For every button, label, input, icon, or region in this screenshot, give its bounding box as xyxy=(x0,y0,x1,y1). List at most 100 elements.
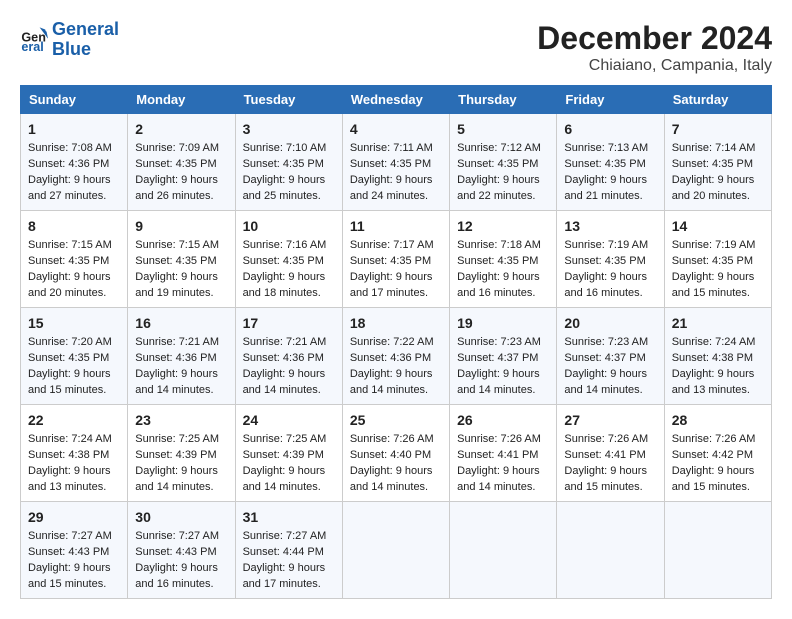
day-info: Sunset: 4:37 PM xyxy=(564,351,656,367)
day-info: and 18 minutes. xyxy=(243,286,335,302)
day-info: and 14 minutes. xyxy=(135,383,227,399)
day-info: Sunrise: 7:10 AM xyxy=(243,141,335,157)
day-info: Sunset: 4:40 PM xyxy=(350,448,442,464)
day-info: and 14 minutes. xyxy=(350,480,442,496)
day-cell: 8Sunrise: 7:15 AMSunset: 4:35 PMDaylight… xyxy=(21,211,128,308)
day-info: and 13 minutes. xyxy=(28,480,120,496)
day-cell xyxy=(450,502,557,599)
week-row-2: 8Sunrise: 7:15 AMSunset: 4:35 PMDaylight… xyxy=(21,211,772,308)
day-number: 26 xyxy=(457,410,549,430)
main-title: December 2024 xyxy=(537,20,772,57)
day-info: Sunrise: 7:25 AM xyxy=(135,432,227,448)
day-cell: 18Sunrise: 7:22 AMSunset: 4:36 PMDayligh… xyxy=(342,308,449,405)
day-info: Sunrise: 7:15 AM xyxy=(28,238,120,254)
day-number: 24 xyxy=(243,410,335,430)
day-info: and 17 minutes. xyxy=(243,577,335,593)
day-info: Daylight: 9 hours xyxy=(350,173,442,189)
day-cell: 20Sunrise: 7:23 AMSunset: 4:37 PMDayligh… xyxy=(557,308,664,405)
day-info: Sunset: 4:35 PM xyxy=(28,351,120,367)
day-info: and 14 minutes. xyxy=(135,480,227,496)
day-info: and 17 minutes. xyxy=(350,286,442,302)
day-info: and 22 minutes. xyxy=(457,189,549,205)
day-cell xyxy=(557,502,664,599)
day-info: Sunset: 4:38 PM xyxy=(28,448,120,464)
day-info: Daylight: 9 hours xyxy=(564,464,656,480)
logo-line1: General xyxy=(52,19,119,39)
header-cell-monday: Monday xyxy=(128,86,235,114)
day-info: Sunrise: 7:16 AM xyxy=(243,238,335,254)
day-info: Daylight: 9 hours xyxy=(564,173,656,189)
day-info: Sunset: 4:36 PM xyxy=(135,351,227,367)
header-cell-saturday: Saturday xyxy=(664,86,771,114)
day-info: Daylight: 9 hours xyxy=(28,561,120,577)
day-info: Sunset: 4:35 PM xyxy=(135,157,227,173)
day-info: and 15 minutes. xyxy=(564,480,656,496)
day-cell: 30Sunrise: 7:27 AMSunset: 4:43 PMDayligh… xyxy=(128,502,235,599)
day-number: 13 xyxy=(564,216,656,236)
day-cell: 13Sunrise: 7:19 AMSunset: 4:35 PMDayligh… xyxy=(557,211,664,308)
day-info: Daylight: 9 hours xyxy=(457,173,549,189)
day-number: 20 xyxy=(564,313,656,333)
day-info: and 15 minutes. xyxy=(28,577,120,593)
day-info: and 15 minutes. xyxy=(28,383,120,399)
day-info: Sunset: 4:39 PM xyxy=(135,448,227,464)
day-info: Daylight: 9 hours xyxy=(135,561,227,577)
day-info: Daylight: 9 hours xyxy=(243,173,335,189)
day-number: 3 xyxy=(243,119,335,139)
page-header: Gen eral General Blue December 2024 Chia… xyxy=(20,20,772,75)
day-number: 15 xyxy=(28,313,120,333)
day-info: Sunset: 4:42 PM xyxy=(672,448,764,464)
day-info: Daylight: 9 hours xyxy=(243,561,335,577)
day-info: Sunset: 4:35 PM xyxy=(350,157,442,173)
day-number: 11 xyxy=(350,216,442,236)
day-info: Sunrise: 7:19 AM xyxy=(564,238,656,254)
day-info: Sunrise: 7:26 AM xyxy=(457,432,549,448)
day-cell xyxy=(664,502,771,599)
day-info: Sunrise: 7:26 AM xyxy=(350,432,442,448)
day-info: Sunset: 4:43 PM xyxy=(135,545,227,561)
day-info: Sunrise: 7:08 AM xyxy=(28,141,120,157)
day-cell: 6Sunrise: 7:13 AMSunset: 4:35 PMDaylight… xyxy=(557,114,664,211)
day-info: Sunrise: 7:13 AM xyxy=(564,141,656,157)
day-info: Sunset: 4:36 PM xyxy=(243,351,335,367)
day-info: and 14 minutes. xyxy=(350,383,442,399)
day-info: Daylight: 9 hours xyxy=(243,464,335,480)
day-cell: 5Sunrise: 7:12 AMSunset: 4:35 PMDaylight… xyxy=(450,114,557,211)
day-info: and 24 minutes. xyxy=(350,189,442,205)
header-cell-sunday: Sunday xyxy=(21,86,128,114)
day-number: 6 xyxy=(564,119,656,139)
day-cell: 16Sunrise: 7:21 AMSunset: 4:36 PMDayligh… xyxy=(128,308,235,405)
day-number: 5 xyxy=(457,119,549,139)
day-cell: 12Sunrise: 7:18 AMSunset: 4:35 PMDayligh… xyxy=(450,211,557,308)
day-info: and 16 minutes. xyxy=(457,286,549,302)
day-info: and 26 minutes. xyxy=(135,189,227,205)
day-info: and 15 minutes. xyxy=(672,286,764,302)
day-number: 21 xyxy=(672,313,764,333)
day-info: Daylight: 9 hours xyxy=(457,367,549,383)
day-number: 12 xyxy=(457,216,549,236)
day-info: Sunset: 4:35 PM xyxy=(28,254,120,270)
day-info: and 19 minutes. xyxy=(135,286,227,302)
day-info: Daylight: 9 hours xyxy=(564,367,656,383)
day-number: 30 xyxy=(135,507,227,527)
week-row-4: 22Sunrise: 7:24 AMSunset: 4:38 PMDayligh… xyxy=(21,405,772,502)
week-row-3: 15Sunrise: 7:20 AMSunset: 4:35 PMDayligh… xyxy=(21,308,772,405)
day-info: Daylight: 9 hours xyxy=(28,464,120,480)
day-cell: 15Sunrise: 7:20 AMSunset: 4:35 PMDayligh… xyxy=(21,308,128,405)
day-number: 1 xyxy=(28,119,120,139)
header-cell-tuesday: Tuesday xyxy=(235,86,342,114)
logo: Gen eral General Blue xyxy=(20,20,119,60)
day-number: 8 xyxy=(28,216,120,236)
day-info: Sunrise: 7:26 AM xyxy=(564,432,656,448)
day-info: Sunrise: 7:18 AM xyxy=(457,238,549,254)
day-info: Sunset: 4:41 PM xyxy=(564,448,656,464)
day-info: Daylight: 9 hours xyxy=(350,270,442,286)
day-info: Sunrise: 7:21 AM xyxy=(135,335,227,351)
day-info: Sunrise: 7:22 AM xyxy=(350,335,442,351)
day-info: Sunrise: 7:26 AM xyxy=(672,432,764,448)
day-cell: 28Sunrise: 7:26 AMSunset: 4:42 PMDayligh… xyxy=(664,405,771,502)
week-row-1: 1Sunrise: 7:08 AMSunset: 4:36 PMDaylight… xyxy=(21,114,772,211)
day-info: Sunset: 4:35 PM xyxy=(243,254,335,270)
day-info: Daylight: 9 hours xyxy=(135,464,227,480)
day-info: and 14 minutes. xyxy=(243,480,335,496)
